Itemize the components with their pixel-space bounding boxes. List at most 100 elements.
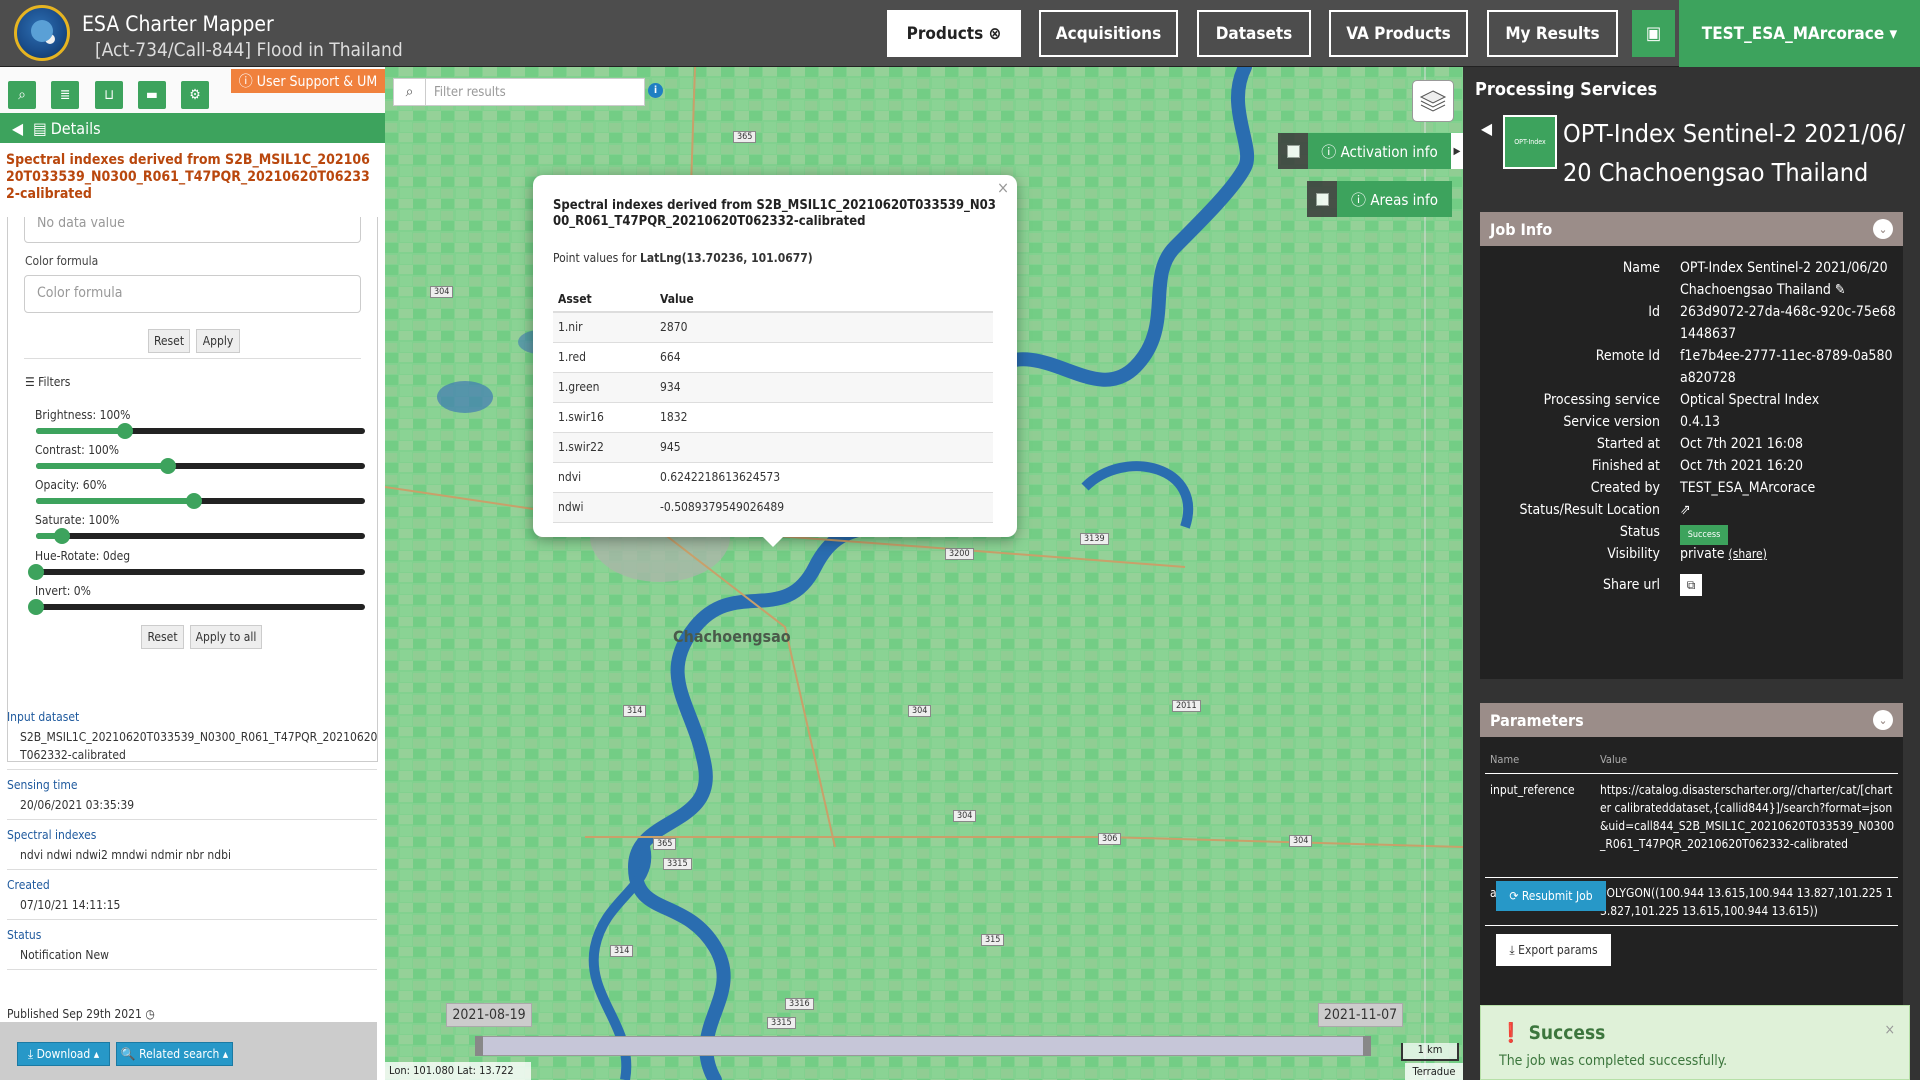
nav-va-products[interactable]: VA Products [1329, 10, 1468, 57]
export-params-button[interactable]: ⤓ Export params [1496, 934, 1611, 966]
nav-my-results[interactable]: My Results [1487, 10, 1618, 57]
status-label: Status [7, 928, 42, 942]
scale-bar: 1 km [1401, 1043, 1459, 1061]
road-number-label: 3139 [1080, 533, 1109, 545]
apply-button[interactable]: Apply [196, 329, 240, 353]
slider-handle[interactable] [185, 493, 202, 509]
sensing-time-label: Sensing time [7, 778, 78, 792]
back-chevron-icon[interactable]: ◀ [1481, 119, 1492, 138]
spectral-indexes-label: Spectral indexes [7, 828, 97, 842]
right-panel: Processing Services ◀ OPT-Index OPT-Inde… [1463, 67, 1920, 1080]
layers-icon[interactable] [1412, 80, 1454, 122]
parameters-header[interactable]: Parameters ⌄ [1480, 703, 1903, 737]
status-key: Status [1619, 524, 1660, 540]
job-info-label: Job Info [1490, 219, 1553, 239]
road-number-label: 304 [953, 810, 977, 822]
value-cell: 664 [655, 342, 993, 373]
user-support-button[interactable]: ⓘ User Support & UM [231, 69, 385, 93]
slider-track[interactable] [36, 528, 365, 544]
success-message: The job was completed successfully. [1499, 1053, 1728, 1069]
slider-label: Saturate: 100% [35, 513, 120, 527]
copy-icon[interactable]: ⧉ [1680, 574, 1702, 596]
apply-to-all-button[interactable]: Apply to all [190, 625, 262, 649]
timeline-handle-start[interactable] [475, 1036, 483, 1056]
no-data-input[interactable]: No data value [24, 217, 361, 243]
nav-products-label: Products [906, 23, 984, 44]
created-value: 07/10/21 14:11:15 [20, 898, 121, 912]
timeline-slider[interactable] [475, 1036, 1371, 1056]
list-icon[interactable]: ≣ [51, 81, 79, 109]
value-cell: 2870 [655, 312, 993, 343]
road-number-label: 304 [430, 286, 454, 298]
close-icon[interactable]: × [1884, 1022, 1895, 1038]
slider-fill [36, 428, 125, 434]
slider-track[interactable] [36, 423, 365, 439]
user-menu[interactable]: TEST_ESA_MArcorace ▾ [1679, 0, 1920, 67]
share-link[interactable]: (share) [1729, 547, 1767, 561]
job-info-header[interactable]: Job Info ⌄ [1480, 212, 1903, 246]
external-link-icon[interactable]: ⇗ [1680, 499, 1900, 521]
slider-handle[interactable] [116, 423, 133, 439]
slider-handle[interactable] [54, 528, 71, 544]
slider-handle[interactable] [28, 564, 44, 580]
app-logo[interactable] [14, 5, 70, 61]
value-cell: -0.5089379549026489 [655, 492, 993, 523]
popup-coordinate: LatLng(13.70236, 101.0677) [640, 251, 813, 265]
details-header[interactable]: ◀ ▤ Details [0, 113, 385, 143]
finished-key: Finished at [1591, 458, 1660, 474]
sensing-time-value: 20/06/2021 03:35:39 [20, 798, 135, 812]
reset-button[interactable]: Reset [148, 329, 190, 353]
param-value: POLYGON((100.944 13.615,100.944 13.827,1… [1600, 886, 1893, 918]
road-number-label: 306 [1098, 833, 1122, 845]
download-button[interactable]: ⤓ Download ▴ [17, 1042, 110, 1066]
attribution: Terradue [1405, 1063, 1463, 1080]
timeline-end-date[interactable]: 2021-11-07 [1318, 1003, 1403, 1027]
archive-icon[interactable]: ▬ [138, 81, 166, 109]
timeline-start-date[interactable]: 2021-08-19 [446, 1003, 532, 1027]
popup-title: Spectral indexes derived from S2B_MSIL1C… [553, 198, 996, 229]
slider-track[interactable] [28, 564, 365, 580]
nav-datasets[interactable]: Datasets [1197, 10, 1311, 57]
resubmit-job-button[interactable]: ⟳ Resubmit Job [1496, 881, 1606, 911]
published-text: Published Sep 29th 2021 [7, 1007, 142, 1021]
popup-subtitle: Point values for LatLng(13.70236, 101.06… [553, 251, 813, 265]
road-number-label: 3315 [767, 1017, 796, 1029]
status-badge: Success [1680, 525, 1728, 545]
nav-acquisitions[interactable]: Acquisitions [1039, 10, 1178, 57]
road-number-label: 3316 [785, 998, 814, 1010]
briefcase-icon[interactable]: ▣ [1632, 10, 1675, 57]
info-icon[interactable]: i [648, 83, 663, 98]
basket-icon[interactable]: ⊔ [95, 81, 123, 109]
input-dataset-value: S2B_MSIL1C_20210620T033539_N0300_R061_T4… [20, 730, 378, 762]
color-formula-input[interactable]: Color formula [24, 275, 361, 313]
divider [7, 869, 377, 870]
filter-input[interactable]: Filter results [426, 85, 506, 100]
slider-track[interactable] [36, 458, 365, 474]
back-chevron-icon[interactable]: ◀ [12, 119, 23, 138]
search-icon[interactable]: ⌕ [8, 81, 36, 109]
close-icon[interactable]: × [997, 178, 1009, 197]
gear-icon[interactable]: ⚙ [181, 81, 209, 109]
reset-filters-button[interactable]: Reset [141, 625, 184, 649]
slider-track[interactable] [28, 599, 365, 615]
related-search-button[interactable]: 🔍 Related search ▴ [116, 1042, 233, 1066]
areas-checkbox[interactable] [1307, 181, 1337, 217]
search-icon[interactable]: ⌕ [394, 78, 426, 106]
areas-info-button[interactable]: ⓘ Areas info [1337, 181, 1452, 217]
slider-handle[interactable] [28, 599, 44, 615]
activation-info-button[interactable]: ⓘ Activation info [1308, 133, 1451, 169]
activation-checkbox[interactable] [1278, 133, 1308, 169]
slider-track[interactable] [36, 493, 365, 509]
chevron-down-icon[interactable]: ⌄ [1873, 219, 1893, 239]
spectral-indexes-value: ndvi ndwi ndwi2 mndwi ndmir nbr ndbi [20, 848, 231, 862]
success-alert: ❗ Success The job was completed successf… [1480, 1005, 1910, 1080]
table-row: ndwi -0.5089379549026489 [553, 492, 993, 523]
nav-products[interactable]: Products ⊗ [887, 10, 1021, 57]
slider-handle[interactable] [159, 458, 176, 474]
expand-chevron-icon[interactable]: ▶ [1451, 133, 1463, 169]
close-circle-icon[interactable]: ⊗ [989, 24, 1002, 44]
name-value[interactable]: OPT-Index Sentinel-2 2021/06/20 Chachoen… [1680, 257, 1900, 301]
timeline-handle-end[interactable] [1363, 1036, 1371, 1056]
chevron-down-icon[interactable]: ⌄ [1873, 710, 1893, 730]
filter-results[interactable]: ⌕ Filter results [393, 78, 645, 106]
